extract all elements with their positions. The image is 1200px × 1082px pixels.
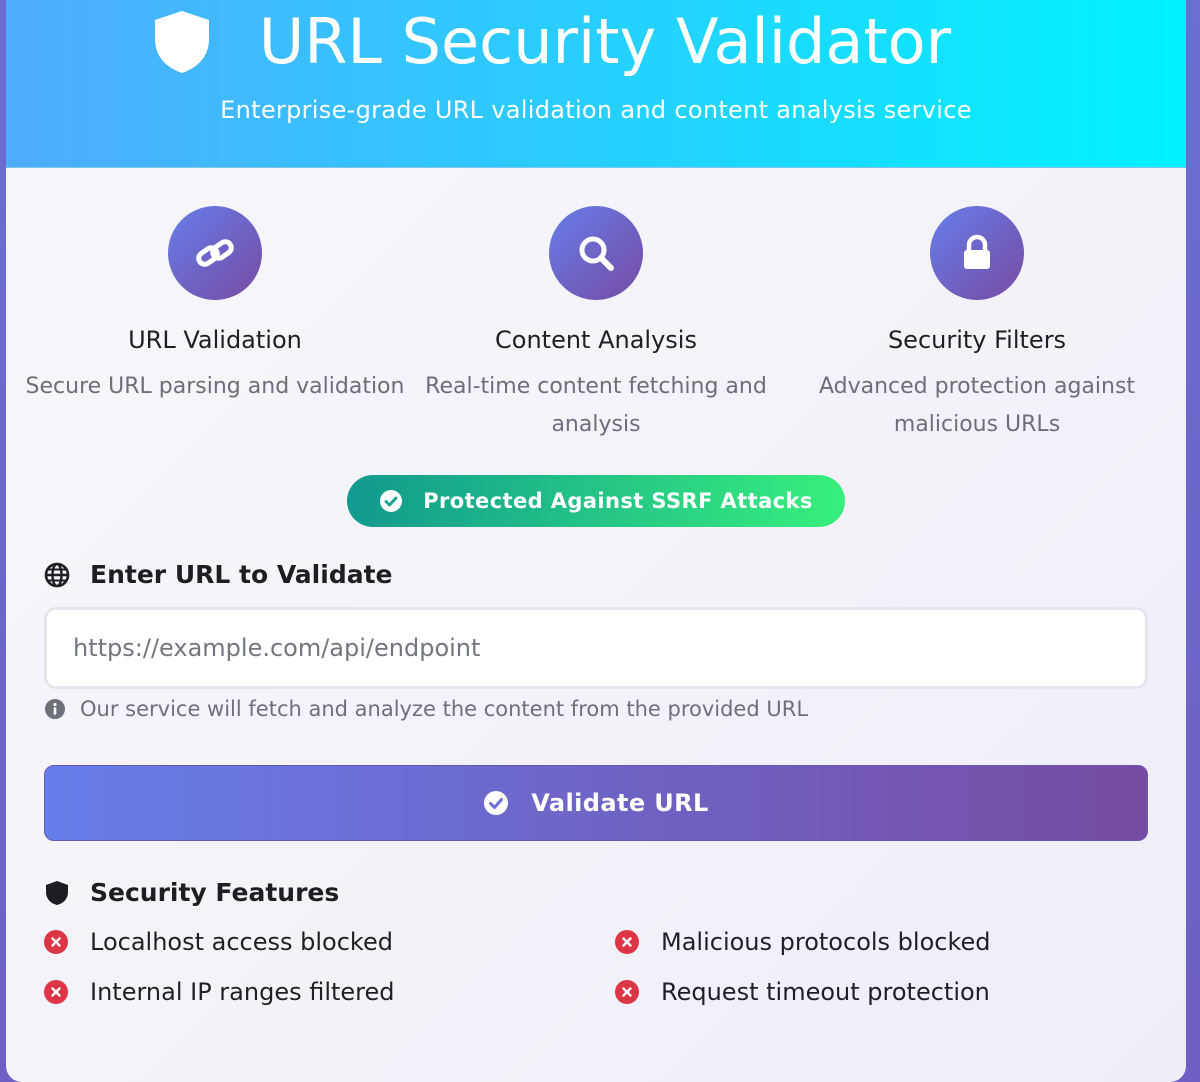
info-icon <box>45 699 65 719</box>
feature-description: Secure URL parsing and validation <box>25 374 405 399</box>
page-subtitle: Enterprise-grade URL validation and cont… <box>220 96 972 124</box>
shield-icon <box>151 9 213 75</box>
validate-url-button[interactable]: Validate URL <box>44 765 1148 841</box>
feature-url-validation: URL Validation Secure URL parsing and va… <box>25 206 405 406</box>
validate-url-button-label: Validate URL <box>531 789 709 817</box>
list-item-label: Malicious protocols blocked <box>661 928 991 956</box>
list-item-label: Localhost access blocked <box>90 928 393 956</box>
url-hint-text: Our service will fetch and analyze the c… <box>80 697 809 721</box>
list-item-label: Internal IP ranges filtered <box>90 978 395 1006</box>
feature-title: Security Filters <box>887 326 1067 354</box>
feature-description: Advanced protection against malicious UR… <box>818 374 1136 437</box>
list-item: Malicious protocols blocked <box>615 928 991 956</box>
search-icon <box>579 236 614 271</box>
security-features-title-text: Security Features <box>90 878 340 907</box>
feature-content-analysis: Content Analysis Real-time content fetch… <box>406 206 786 444</box>
link-icon <box>196 239 234 267</box>
page-title-text: URL Security Validator <box>258 5 952 78</box>
check-circle-icon <box>380 490 403 512</box>
page-title: URL Security Validator <box>6 6 1186 78</box>
list-item-label: Request timeout protection <box>661 978 990 1006</box>
x-circle-icon <box>44 930 68 954</box>
list-item: Request timeout protection <box>615 978 990 1006</box>
ssrf-protection-badge: Protected Against SSRF Attacks <box>347 475 845 527</box>
lock-icon <box>964 234 990 269</box>
feature-icon-circle <box>168 206 262 300</box>
x-circle-icon <box>615 930 639 954</box>
list-item: Internal IP ranges filtered <box>44 978 395 1006</box>
feature-icon-circle <box>930 206 1024 300</box>
shield-icon <box>46 880 68 905</box>
feature-title: URL Validation <box>128 326 302 354</box>
check-circle-icon <box>484 791 509 815</box>
badge-label: Protected Against SSRF Attacks <box>423 489 813 513</box>
feature-icon-circle <box>549 206 643 300</box>
list-item: Localhost access blocked <box>44 928 393 956</box>
feature-title: Content Analysis <box>495 326 697 354</box>
main-card: URL Security Validator Enterprise-grade … <box>6 0 1186 1082</box>
x-circle-icon <box>44 980 68 1004</box>
feature-description: Real-time content fetching and analysis <box>425 374 767 437</box>
url-input[interactable] <box>44 607 1148 689</box>
x-circle-icon <box>615 980 639 1004</box>
url-form-label: Enter URL to Validate <box>44 560 393 589</box>
feature-security-filters: Security Filters Advanced protection aga… <box>787 206 1167 444</box>
header: URL Security Validator Enterprise-grade … <box>6 0 1186 168</box>
security-features-title: Security Features <box>44 878 339 907</box>
globe-icon <box>44 562 70 587</box>
url-hint: Our service will fetch and analyze the c… <box>44 697 808 721</box>
url-form-label-text: Enter URL to Validate <box>90 560 393 589</box>
